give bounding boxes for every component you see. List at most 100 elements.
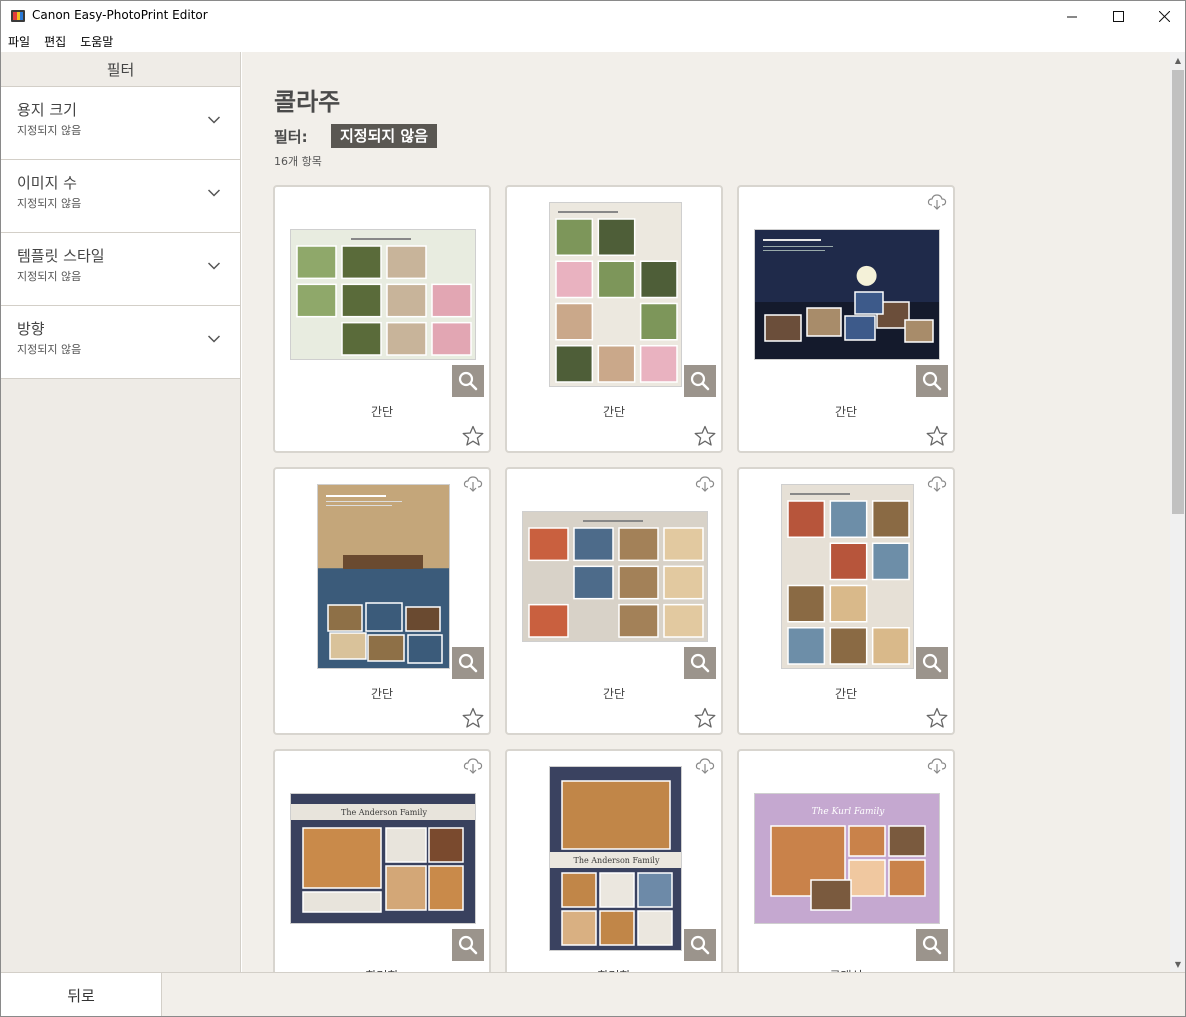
- scroll-thumb[interactable]: [1172, 70, 1184, 514]
- zoom-button[interactable]: [916, 647, 948, 679]
- star-icon[interactable]: [926, 707, 948, 729]
- banner-text: The Kurl Family: [812, 807, 886, 817]
- bottom-bar: 뒤로: [1, 972, 1185, 1016]
- item-count: 16개 항목: [274, 155, 322, 168]
- zoom-button[interactable]: [452, 647, 484, 679]
- star-icon[interactable]: [694, 707, 716, 729]
- search-icon: [458, 653, 478, 673]
- filter-image-count[interactable]: 이미지 수 지정되지 않음: [1, 160, 240, 233]
- zoom-button[interactable]: [452, 929, 484, 961]
- star-icon[interactable]: [694, 425, 716, 447]
- page-title: 콜라주: [274, 88, 341, 116]
- title-bar: Canon Easy-PhotoPrint Editor: [1, 1, 1185, 31]
- chevron-down-icon: [208, 116, 220, 124]
- sidebar-header: 필터: [1, 52, 240, 87]
- banner-text: The Anderson Family: [341, 808, 427, 817]
- scroll-up-arrow[interactable]: ▲: [1170, 52, 1185, 68]
- filter-template-style[interactable]: 템플릿 스타일 지정되지 않음: [1, 233, 240, 306]
- template-card[interactable]: 간단: [737, 185, 955, 453]
- search-icon: [690, 653, 710, 673]
- template-thumbnail[interactable]: [317, 484, 450, 669]
- zoom-button[interactable]: [452, 365, 484, 397]
- app-icon: [11, 10, 25, 22]
- template-thumbnail[interactable]: The Anderson Family: [290, 793, 476, 924]
- filter-sidebar: 필터 용지 크기 지정되지 않음 이미지 수 지정되지 않음 템플릿 스타일 지…: [1, 52, 241, 972]
- filter-title: 템플릿 스타일: [17, 247, 105, 265]
- zoom-button[interactable]: [916, 365, 948, 397]
- back-button[interactable]: 뒤로: [1, 973, 162, 1016]
- cloud-download-icon: [695, 476, 715, 492]
- search-icon: [690, 371, 710, 391]
- template-label: 간단: [834, 405, 858, 419]
- vertical-scrollbar[interactable]: ▲ ▼: [1170, 52, 1185, 972]
- search-icon: [690, 935, 710, 955]
- minimize-button[interactable]: [1049, 1, 1095, 31]
- search-icon: [922, 935, 942, 955]
- filter-title: 이미지 수: [17, 174, 77, 192]
- banner-text: The Anderson Family: [574, 856, 660, 865]
- template-thumbnail[interactable]: The Kurl Family: [754, 793, 940, 924]
- template-thumbnail[interactable]: The Anderson Family: [549, 766, 682, 951]
- search-icon: [922, 371, 942, 391]
- template-card[interactable]: 간단: [505, 185, 723, 453]
- template-card[interactable]: 간단: [273, 185, 491, 453]
- menu-file[interactable]: 파일: [7, 33, 31, 50]
- template-card[interactable]: 간단: [505, 467, 723, 735]
- star-icon[interactable]: [926, 425, 948, 447]
- template-thumbnail[interactable]: [290, 229, 476, 360]
- template-thumbnail[interactable]: [522, 511, 708, 642]
- zoom-button[interactable]: [684, 365, 716, 397]
- filter-value: 지정되지 않음: [17, 270, 82, 283]
- template-card[interactable]: The Anderson Family화려한: [505, 749, 723, 972]
- maximize-button[interactable]: [1095, 1, 1141, 31]
- template-thumbnail[interactable]: [549, 202, 682, 387]
- menu-help[interactable]: 도움말: [79, 33, 114, 50]
- template-thumbnail[interactable]: [781, 484, 914, 669]
- chevron-down-icon: [208, 189, 220, 197]
- filter-value: 지정되지 않음: [17, 197, 82, 210]
- filter-status-badge: 지정되지 않음: [331, 124, 438, 148]
- template-card[interactable]: The Anderson Family화려한: [273, 749, 491, 972]
- maximize-icon: [1112, 10, 1124, 22]
- search-icon: [458, 371, 478, 391]
- template-gallery: 콜라주 필터: 지정되지 않음 16개 항목 간단 간단 간단 간단 간단 간단 The A…: [242, 52, 1170, 972]
- cloud-download-icon: [695, 758, 715, 774]
- cloud-download-icon: [927, 194, 947, 210]
- filter-value: 지정되지 않음: [17, 343, 82, 356]
- template-label: 간단: [370, 687, 394, 701]
- window-title: Canon Easy-PhotoPrint Editor: [32, 8, 208, 22]
- close-button[interactable]: [1141, 1, 1185, 31]
- chevron-down-icon: [208, 335, 220, 343]
- zoom-button[interactable]: [916, 929, 948, 961]
- template-label: 간단: [834, 687, 858, 701]
- zoom-button[interactable]: [684, 929, 716, 961]
- star-icon[interactable]: [462, 425, 484, 447]
- filter-value: 지정되지 않음: [17, 124, 82, 137]
- cloud-download-icon: [463, 758, 483, 774]
- cloud-download-icon: [927, 476, 947, 492]
- cloud-download-icon: [463, 476, 483, 492]
- filter-paper-size[interactable]: 용지 크기 지정되지 않음: [1, 87, 240, 160]
- template-label: 간단: [370, 405, 394, 419]
- close-icon: [1158, 10, 1170, 22]
- search-icon: [458, 935, 478, 955]
- filter-label: 필터:: [274, 128, 308, 146]
- search-icon: [922, 653, 942, 673]
- template-card[interactable]: The Kurl Family클래식: [737, 749, 955, 972]
- template-thumbnail[interactable]: [754, 229, 940, 360]
- cloud-download-icon: [927, 758, 947, 774]
- template-label: 간단: [602, 405, 626, 419]
- template-card[interactable]: 간단: [273, 467, 491, 735]
- template-label: 간단: [602, 687, 626, 701]
- filter-title: 용지 크기: [17, 101, 77, 119]
- menu-edit[interactable]: 편집: [43, 33, 67, 50]
- chevron-down-icon: [208, 262, 220, 270]
- star-icon[interactable]: [462, 707, 484, 729]
- filter-orientation[interactable]: 방향 지정되지 않음: [1, 306, 240, 379]
- template-card[interactable]: 간단: [737, 467, 955, 735]
- app-window: Canon Easy-PhotoPrint Editor 파일 편집 도움말 필…: [0, 0, 1186, 1017]
- filter-title: 방향: [17, 320, 45, 338]
- scroll-down-arrow[interactable]: ▼: [1170, 956, 1185, 972]
- minimize-icon: [1066, 16, 1077, 17]
- zoom-button[interactable]: [684, 647, 716, 679]
